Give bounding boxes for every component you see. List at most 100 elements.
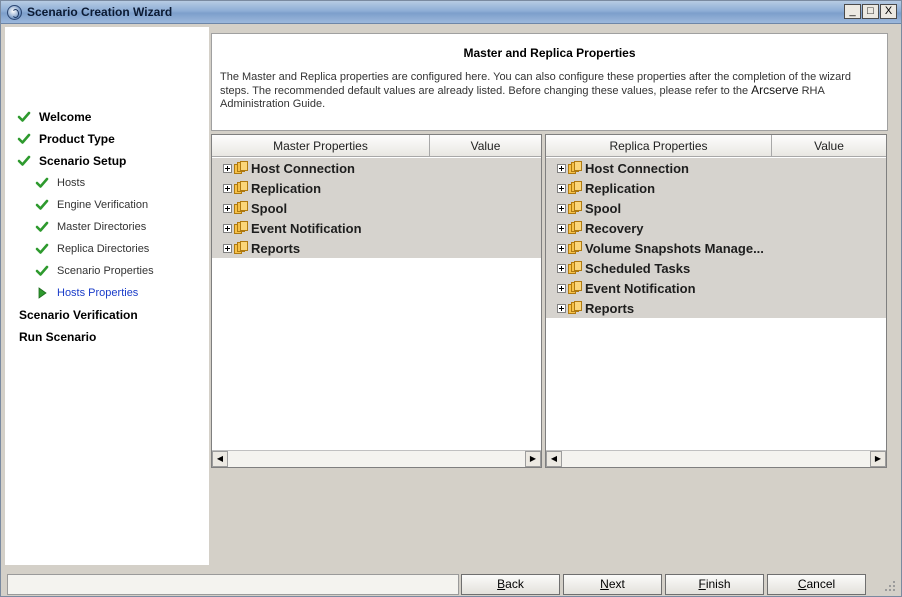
resize-grip-icon[interactable] — [885, 581, 897, 593]
nav-step-label: Hosts — [57, 177, 86, 189]
replica-column-headers: Replica Properties Value — [546, 135, 886, 157]
property-group-row[interactable]: Scheduled Tasks — [546, 258, 886, 278]
scroll-right-button[interactable]: ▶ — [870, 451, 886, 467]
property-group-label: Scheduled Tasks — [585, 260, 691, 276]
content-area: Master and Replica Properties The Master… — [211, 33, 888, 563]
property-group-row[interactable]: Event Notification — [212, 218, 541, 238]
property-group-label: Replication — [585, 180, 656, 196]
finish-button[interactable]: Finish — [665, 574, 764, 595]
master-properties-grid: Master Properties Value Host Connection R… — [211, 134, 542, 468]
property-folder-icon — [568, 161, 582, 175]
check-icon — [35, 199, 49, 210]
scroll-left-button[interactable]: ◀ — [546, 451, 562, 467]
nav-step-label: Scenario Verification — [19, 308, 138, 322]
expand-plus-icon[interactable] — [557, 303, 566, 313]
property-folder-icon — [568, 261, 582, 275]
app-icon — [7, 5, 22, 20]
nav-step: Scenario Verification — [19, 305, 138, 325]
property-group-row[interactable]: Host Connection — [546, 158, 886, 178]
check-icon — [35, 265, 49, 276]
property-group-label: Event Notification — [251, 220, 362, 236]
expand-plus-icon[interactable] — [223, 163, 232, 173]
property-group-row[interactable]: Replication — [546, 178, 886, 198]
nav-step-label: Master Directories — [57, 221, 147, 233]
property-group-row[interactable]: Reports — [546, 298, 886, 318]
replica-horizontal-scrollbar[interactable]: ◀ ▶ — [546, 450, 886, 467]
expand-plus-icon[interactable] — [557, 283, 566, 293]
property-folder-icon — [234, 161, 248, 175]
property-group-label: Spool — [251, 200, 288, 216]
cancel-button[interactable]: Cancel — [767, 574, 866, 595]
property-group-row[interactable]: Replication — [212, 178, 541, 198]
step-description: The Master and Replica properties are co… — [220, 71, 880, 111]
back-mnemonic: B — [497, 577, 506, 591]
property-group-row[interactable]: Event Notification — [546, 278, 886, 298]
property-group-row[interactable]: Spool — [546, 198, 886, 218]
property-folder-icon — [234, 201, 248, 215]
nav-step: Hosts Properties — [35, 283, 138, 303]
nav-step-label: Replica Directories — [57, 243, 150, 255]
master-horizontal-scrollbar[interactable]: ◀ ▶ — [212, 450, 541, 467]
check-icon — [35, 177, 49, 188]
step-header: Master and Replica Properties The Master… — [211, 33, 888, 131]
window-title: Scenario Creation Wizard — [27, 5, 173, 19]
replica-properties-column-header[interactable]: Replica Properties — [546, 135, 772, 156]
property-group-row[interactable]: Spool — [212, 198, 541, 218]
expand-plus-icon[interactable] — [557, 183, 566, 193]
property-group-label: Recovery — [585, 220, 644, 236]
next-button[interactable]: Next — [563, 574, 662, 595]
master-value-column-header[interactable]: Value — [430, 135, 541, 156]
property-group-row[interactable]: Host Connection — [212, 158, 541, 178]
property-group-label: Volume Snapshots Manage... — [585, 240, 764, 256]
property-group-label: Host Connection — [585, 160, 689, 176]
master-column-headers: Master Properties Value — [212, 135, 541, 157]
expand-plus-icon[interactable] — [223, 223, 232, 233]
next-mnemonic: N — [600, 577, 609, 591]
back-button[interactable]: Back — [461, 574, 560, 595]
expand-plus-icon[interactable] — [557, 243, 566, 253]
property-folder-icon — [568, 181, 582, 195]
replica-property-list: Host Connection Replication Spool Recovery V… — [546, 158, 886, 318]
property-folder-icon — [234, 241, 248, 255]
nav-step-label: Product Type — [39, 132, 115, 146]
scroll-track[interactable] — [228, 451, 525, 467]
expand-plus-icon[interactable] — [223, 183, 232, 193]
cancel-label: ancel — [806, 577, 836, 591]
window-controls: _ □ X — [844, 4, 897, 19]
scroll-right-button[interactable]: ▶ — [525, 451, 541, 467]
close-button[interactable]: X — [880, 4, 897, 19]
scroll-left-button[interactable]: ◀ — [212, 451, 228, 467]
nav-step-label: Engine Verification — [57, 199, 149, 211]
nav-step: Run Scenario — [19, 327, 96, 347]
expand-plus-icon[interactable] — [557, 263, 566, 273]
property-group-row[interactable]: Volume Snapshots Manage... — [546, 238, 886, 258]
check-icon — [35, 243, 49, 254]
property-group-row[interactable]: Reports — [212, 238, 541, 258]
expand-plus-icon[interactable] — [557, 203, 566, 213]
property-group-row[interactable]: Recovery — [546, 218, 886, 238]
property-group-label: Reports — [251, 240, 301, 256]
status-box — [7, 574, 459, 595]
finish-label: inish — [705, 577, 731, 591]
expand-plus-icon[interactable] — [223, 203, 232, 213]
nav-step: Product Type — [17, 129, 115, 149]
page-title: Master and Replica Properties — [463, 46, 636, 60]
check-icon — [35, 221, 49, 232]
expand-plus-icon[interactable] — [557, 223, 566, 233]
maximize-button[interactable]: □ — [862, 4, 879, 19]
master-properties-column-header[interactable]: Master Properties — [212, 135, 430, 156]
title-bar[interactable]: Scenario Creation Wizard _ □ X — [1, 1, 901, 24]
property-group-label: Event Notification — [585, 280, 696, 296]
property-folder-icon — [234, 221, 248, 235]
expand-plus-icon[interactable] — [223, 243, 232, 253]
finish-mnemonic: F — [698, 577, 706, 591]
scroll-track[interactable] — [562, 451, 870, 467]
expand-plus-icon[interactable] — [557, 163, 566, 173]
back-label: ack — [505, 577, 524, 591]
minimize-button[interactable]: _ — [844, 4, 861, 19]
property-folder-icon — [568, 281, 582, 295]
property-folder-icon — [568, 241, 582, 255]
property-group-label: Host Connection — [251, 160, 355, 176]
replica-value-column-header[interactable]: Value — [772, 135, 886, 156]
nav-step: Scenario Setup — [17, 151, 126, 171]
